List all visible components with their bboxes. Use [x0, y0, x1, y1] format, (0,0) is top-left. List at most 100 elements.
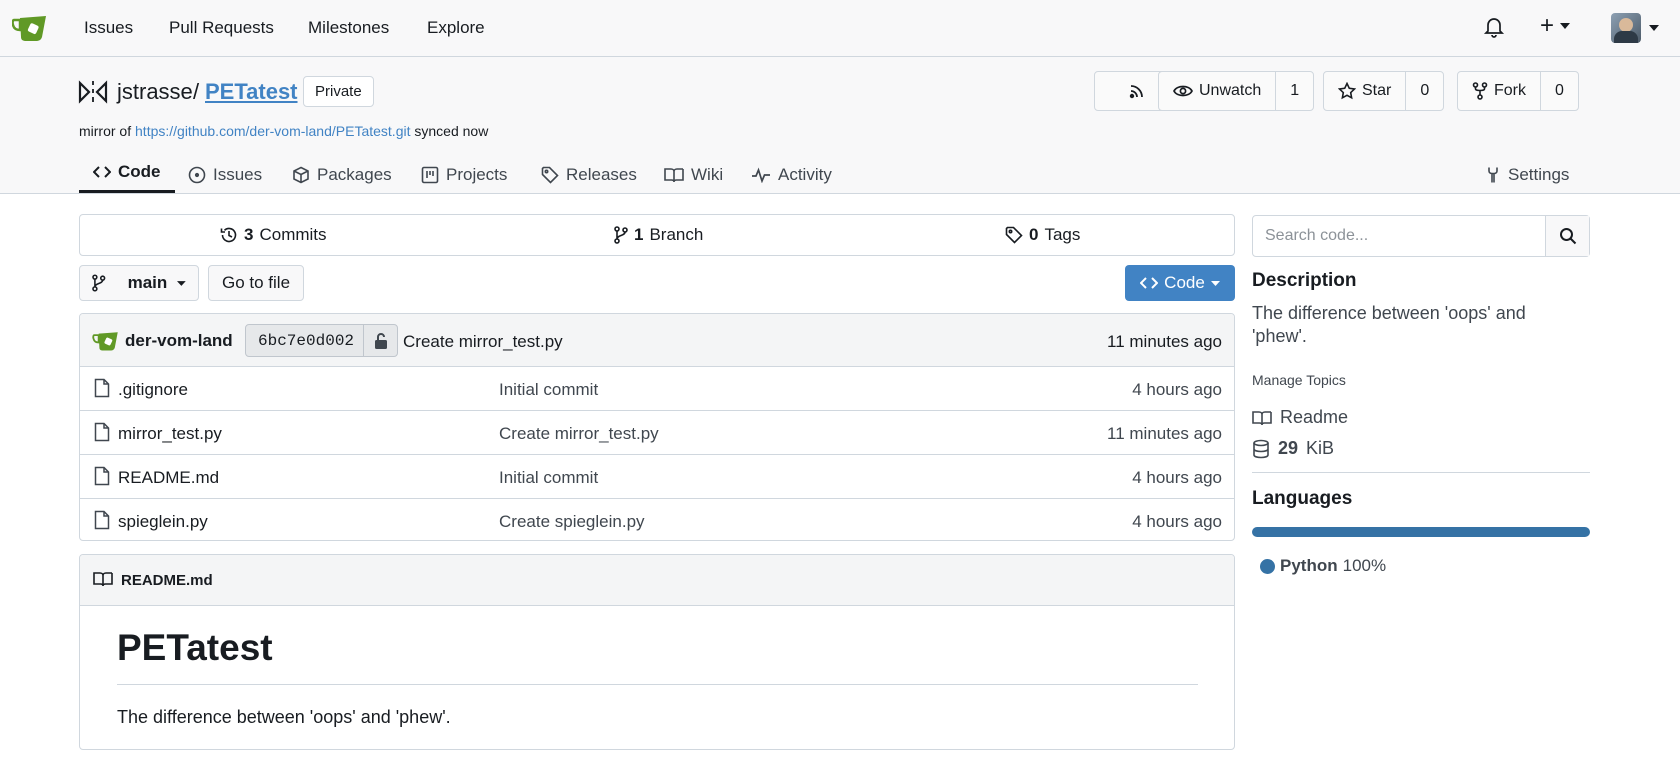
nav-issues-link[interactable]: Issues	[84, 18, 133, 38]
unwatch-button[interactable]: Unwatch 1	[1158, 71, 1315, 111]
tab-releases[interactable]: Releases	[541, 157, 637, 193]
search-input[interactable]: Search code...	[1253, 216, 1545, 256]
branch-selector[interactable]: main	[79, 265, 199, 301]
package-icon	[293, 166, 309, 184]
file-commit-message-link[interactable]: Create spieglein.py	[499, 512, 645, 532]
top-navbar: Issues Pull Requests Milestones Explore …	[0, 0, 1680, 57]
file-name-link[interactable]: .gitignore	[118, 380, 188, 400]
repo-stats-bar: 3 Commits 1 Branch 0 Tags	[79, 214, 1235, 256]
repo-path-separator: /	[193, 79, 200, 104]
go-to-file-button[interactable]: Go to file	[208, 265, 305, 301]
readme-filename[interactable]: README.md	[121, 572, 213, 589]
tab-wiki[interactable]: Wiki	[664, 157, 723, 193]
forks-count[interactable]: 0	[1540, 72, 1578, 110]
tab-code[interactable]: Code	[79, 157, 175, 193]
star-button[interactable]: Star 0	[1323, 71, 1445, 111]
current-branch-label: main	[127, 273, 168, 292]
mirror-repo-icon	[78, 80, 108, 104]
file-commit-time: 4 hours ago	[1132, 468, 1222, 487]
fork-button[interactable]: Fork 0	[1457, 71, 1579, 111]
pulse-icon	[752, 167, 770, 183]
commit-author-link[interactable]: der-vom-land	[125, 331, 233, 351]
languages-heading: Languages	[1252, 488, 1353, 509]
readme-body: The difference between 'oops' and 'phew'…	[117, 707, 451, 727]
avatar	[1611, 13, 1641, 43]
commits-stat[interactable]: 3 Commits	[220, 225, 327, 245]
commit-sha-button[interactable]: 6bc7e0d002	[245, 324, 399, 357]
code-icon	[93, 165, 111, 178]
branch-icon	[614, 226, 628, 244]
mirror-info: mirror of https://github.com/der-vom-lan…	[79, 123, 488, 139]
file-icon	[94, 510, 110, 530]
tools-icon	[1488, 167, 1498, 183]
bell-icon[interactable]	[1483, 16, 1505, 38]
clone-code-button[interactable]: Code	[1125, 265, 1235, 301]
database-icon	[1253, 439, 1269, 458]
branches-stat[interactable]: 1 Branch	[614, 225, 703, 245]
language-bar	[1252, 527, 1590, 537]
gitea-logo-icon[interactable]	[12, 13, 48, 43]
sidebar-divider	[1252, 472, 1590, 473]
tab-activity[interactable]: Activity	[751, 157, 832, 193]
gitea-avatar-icon[interactable]	[92, 330, 120, 352]
visibility-badge: Private	[303, 76, 374, 107]
repo-size: 29 KiB	[1252, 438, 1334, 459]
branch-count: 1	[634, 225, 644, 244]
user-menu[interactable]	[1611, 13, 1659, 43]
watchers-count[interactable]: 1	[1275, 72, 1313, 110]
readme-link[interactable]: Readme	[1252, 407, 1348, 428]
create-menu[interactable]: +	[1540, 14, 1571, 38]
nav-explore-link[interactable]: Explore	[427, 18, 485, 38]
book-icon	[93, 572, 113, 587]
code-icon	[1140, 277, 1159, 289]
nav-milestones-link[interactable]: Milestones	[308, 18, 389, 38]
manage-topics-link[interactable]: Manage Topics	[1252, 372, 1346, 388]
mirror-url-link[interactable]: https://github.com/der-vom-land/PETatest…	[135, 123, 410, 139]
tab-settings-label: Settings	[1508, 165, 1570, 184]
rss-icon	[1129, 85, 1143, 99]
search-icon	[1559, 228, 1576, 245]
mirror-prefix: mirror of	[79, 123, 132, 139]
code-search: Search code...	[1252, 215, 1590, 257]
tab-settings[interactable]: Settings	[1485, 157, 1569, 193]
file-commit-message-link[interactable]: Initial commit	[499, 468, 598, 488]
readme-header: README.md	[80, 555, 1234, 606]
file-icon	[94, 378, 110, 398]
eye-icon	[1173, 85, 1193, 97]
repo-size-value: 29	[1278, 438, 1299, 458]
tab-packages[interactable]: Packages	[292, 157, 392, 193]
tab-issues[interactable]: Issues	[188, 157, 262, 193]
table-row: .gitignore Initial commit 4 hours ago	[80, 367, 1234, 411]
table-row: README.md Initial commit 4 hours ago	[80, 455, 1234, 499]
file-icon	[94, 466, 110, 486]
tab-projects[interactable]: Projects	[421, 157, 507, 193]
star-label: Star	[1362, 82, 1392, 99]
fork-label: Fork	[1494, 82, 1526, 99]
branch-icon	[92, 274, 106, 292]
repo-owner-link[interactable]: jstrasse	[117, 79, 193, 105]
file-commit-message-link[interactable]: Initial commit	[499, 380, 598, 400]
chevron-down-icon	[177, 280, 186, 286]
file-name-link[interactable]: spieglein.py	[118, 512, 208, 532]
tags-stat[interactable]: 0 Tags	[1005, 225, 1080, 245]
file-name-link[interactable]: mirror_test.py	[118, 424, 222, 444]
chevron-down-icon	[1560, 23, 1571, 29]
history-icon	[220, 227, 237, 243]
tags-label: Tags	[1044, 225, 1081, 244]
commit-message-link[interactable]: Create mirror_test.py	[403, 332, 563, 352]
chevron-down-icon	[1210, 280, 1220, 286]
tag-icon	[1005, 226, 1023, 244]
chevron-down-icon	[1649, 25, 1659, 31]
issue-icon	[188, 166, 206, 184]
file-commit-time: 4 hours ago	[1132, 380, 1222, 399]
search-button[interactable]	[1545, 216, 1589, 256]
description-heading: Description	[1252, 270, 1357, 291]
readme-link-label: Readme	[1280, 407, 1349, 427]
book-icon	[1252, 410, 1272, 425]
repo-name-link[interactable]: PETatest	[205, 79, 298, 105]
nav-pull-requests-link[interactable]: Pull Requests	[169, 18, 274, 38]
tab-releases-label: Releases	[566, 165, 637, 184]
file-commit-message-link[interactable]: Create mirror_test.py	[499, 424, 659, 444]
stars-count[interactable]: 0	[1405, 72, 1443, 110]
file-name-link[interactable]: README.md	[118, 468, 219, 488]
